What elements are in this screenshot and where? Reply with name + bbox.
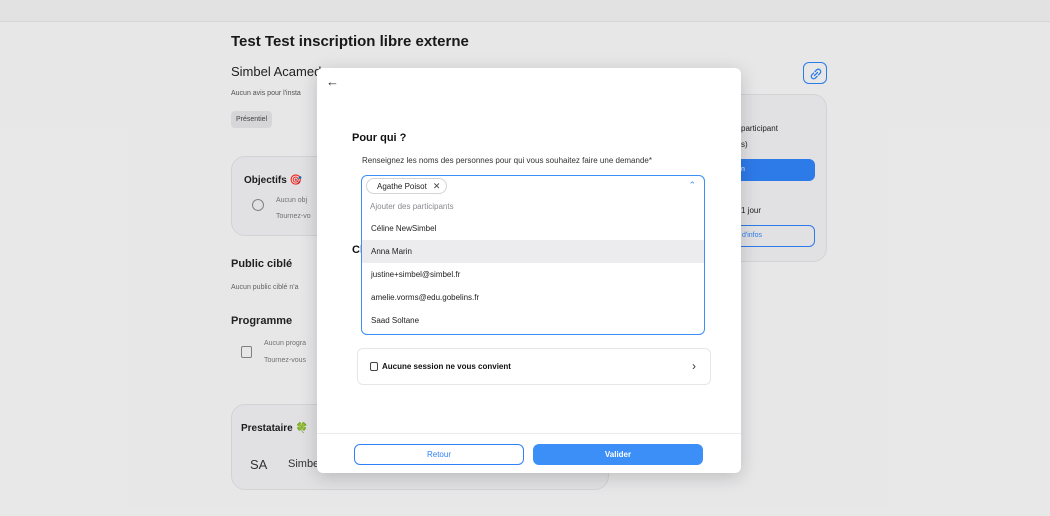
submit-button[interactable]: Valider <box>533 444 703 465</box>
participant-option[interactable]: justine+simbel@simbel.fr <box>362 263 704 286</box>
calendar-icon <box>370 362 378 371</box>
modal-footer: Retour Valider <box>317 433 741 473</box>
participant-option[interactable]: Saad Soltane <box>362 309 704 332</box>
no-session-label: Aucune session ne vous convient <box>382 362 511 371</box>
participants-multiselect[interactable]: Agathe Poisot ✕ ⌃ Ajouter des participant… <box>361 175 705 335</box>
back-arrow-icon[interactable]: ← <box>326 74 339 89</box>
participants-search-input[interactable]: Ajouter des participants <box>370 202 454 211</box>
modal-title: Pour qui ? <box>352 132 407 144</box>
participant-tag: Agathe Poisot ✕ <box>366 178 448 194</box>
remove-tag-icon[interactable]: ✕ <box>433 181 441 191</box>
participant-modal: ← Pour qui ? Renseignez les noms des per… <box>317 68 741 473</box>
chevron-right-icon: › <box>692 359 696 373</box>
back-button[interactable]: Retour <box>354 444 524 465</box>
participant-option[interactable]: Anna Marin <box>362 240 704 263</box>
selected-tags-row[interactable]: Agathe Poisot ✕ ⌃ <box>362 176 704 197</box>
chevron-up-icon[interactable]: ⌃ <box>688 180 696 191</box>
participant-option[interactable]: amelie.vorms@edu.gobelins.fr <box>362 286 704 309</box>
participant-option[interactable]: Céline NewSimbel <box>362 217 704 240</box>
no-session-option[interactable]: Aucune session ne vous convient › <box>357 348 711 385</box>
modal-description: Renseignez les noms des personnes pour q… <box>362 156 652 165</box>
participant-tag-label: Agathe Poisot <box>377 182 427 191</box>
